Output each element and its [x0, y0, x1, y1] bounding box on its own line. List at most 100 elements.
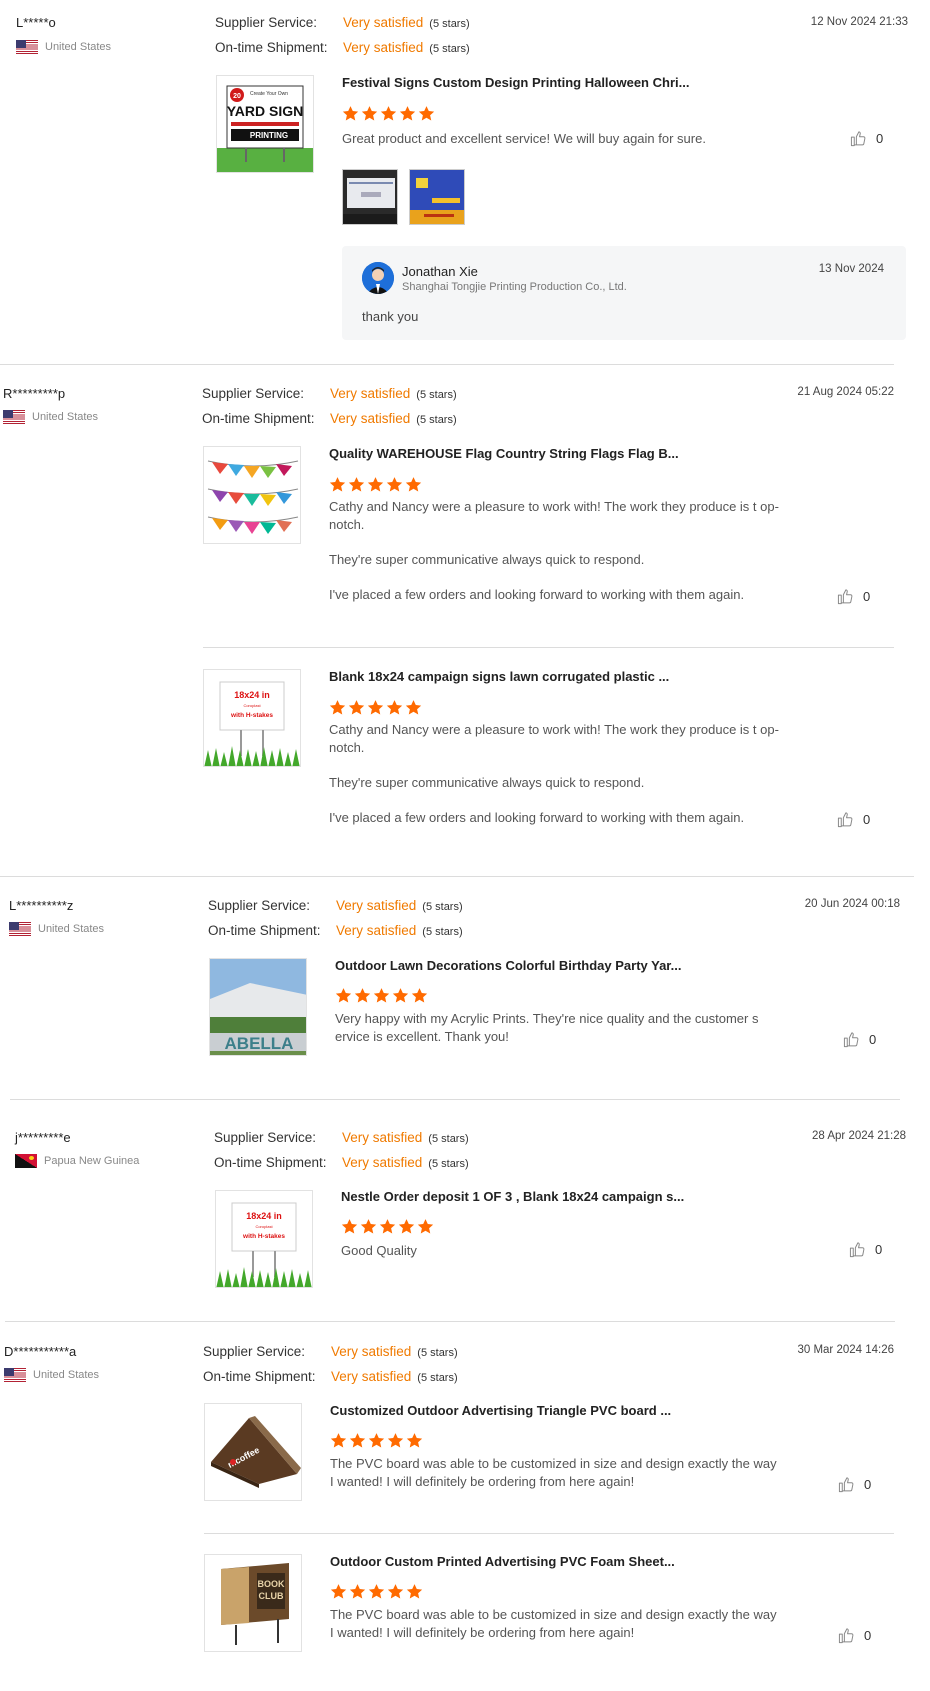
supplier-service-value: Very satisfied	[336, 898, 417, 913]
product-divider	[203, 647, 894, 648]
star-icon	[405, 700, 422, 715]
reply-author: Jonathan Xie	[402, 264, 478, 279]
review-card: R*********p United States Supplier Servi…	[0, 365, 930, 877]
star-icon	[386, 700, 403, 715]
like-button[interactable]: 0	[850, 130, 883, 147]
like-button[interactable]: 0	[837, 811, 870, 828]
review-paragraph: Great product and excellent service! We …	[342, 131, 706, 146]
like-button[interactable]: 0	[843, 1031, 876, 1048]
star-icon	[329, 700, 346, 715]
ontime-shipment-label: On-time Shipment:	[214, 1155, 327, 1170]
star-icon	[380, 106, 397, 121]
star-icon	[386, 477, 403, 492]
supplier-service-stars: (5 stars)	[416, 389, 457, 401]
product-title[interactable]: Quality WAREHOUSE Flag Country String Fl…	[329, 446, 679, 461]
product-title[interactable]: Outdoor Lawn Decorations Colorful Birthd…	[335, 958, 682, 973]
ontime-shipment-label: On-time Shipment:	[208, 923, 321, 938]
supplier-service-label: Supplier Service:	[214, 1130, 317, 1145]
supplier-service-value: Very satisfied	[343, 15, 424, 30]
star-icon	[330, 1584, 347, 1599]
like-count: 0	[875, 1242, 883, 1257]
avatar	[362, 262, 394, 294]
product-thumbnail[interactable]: ABELLA	[209, 958, 307, 1056]
thumbs-up-icon	[850, 131, 866, 147]
reviewer-country: United States	[9, 922, 104, 936]
product-title[interactable]: Blank 18x24 campaign signs lawn corrugat…	[329, 669, 669, 684]
product-rating	[335, 987, 428, 1004]
product-rating	[342, 105, 435, 122]
review-photo[interactable]	[409, 169, 465, 225]
product-title[interactable]: Festival Signs Custom Design Printing Ha…	[342, 75, 689, 90]
review-photo[interactable]	[342, 169, 398, 225]
like-count: 0	[864, 1477, 872, 1492]
product-thumbnail[interactable]: 18x24 in Coroplast with H-stakes	[203, 669, 301, 767]
thumb-main: YARD SIGN	[227, 103, 304, 119]
thumb-brand: PRINTING	[250, 131, 288, 140]
papua-new-guinea-flag-icon	[15, 1154, 37, 1168]
supplier-service-value: Very satisfied	[330, 386, 411, 401]
thumbs-up-icon	[843, 1032, 859, 1048]
reviewer-country: United States	[4, 1368, 99, 1382]
product-thumbnail[interactable]: 18x24 in Coroplast with H-stakes	[215, 1190, 313, 1288]
reviewer-name: L**********z	[9, 898, 74, 913]
like-button[interactable]: 0	[838, 1476, 871, 1493]
ontime-shipment-label: On-time Shipment:	[203, 1369, 316, 1384]
product-thumbnail[interactable]: BOOK CLUB	[204, 1554, 302, 1652]
review-text: Great product and excellent service! We …	[342, 130, 792, 165]
star-icon	[392, 988, 409, 1003]
ontime-shipment-stars: (5 stars)	[422, 926, 463, 938]
review-paragraph: They're super communicative always quick…	[329, 775, 645, 790]
review-text: The PVC board was able to be customized …	[330, 1455, 780, 1508]
ontime-shipment-value: Very satisfied	[331, 1369, 412, 1384]
product-thumbnail[interactable]: 20 Create Your Own YARD SIGN PRINTING	[216, 75, 314, 173]
ontime-shipment-label: On-time Shipment:	[215, 40, 328, 55]
thumbs-up-icon	[837, 589, 853, 605]
supplier-service-stars: (5 stars)	[429, 18, 470, 30]
product-rating	[329, 476, 422, 493]
product-thumbnail[interactable]	[203, 446, 301, 544]
review-date: 30 Mar 2024 14:26	[797, 1344, 894, 1356]
thumbs-up-icon	[838, 1477, 854, 1493]
us-flag-icon	[4, 1368, 26, 1382]
ontime-shipment-value: Very satisfied	[336, 923, 417, 938]
country-label: United States	[45, 41, 112, 53]
product-title[interactable]: Nestle Order deposit 1 OF 3 , Blank 18x2…	[341, 1189, 684, 1204]
star-icon	[379, 1219, 396, 1234]
review-text: Cathy and Nancy were a pleasure to work …	[329, 721, 779, 844]
star-icon	[387, 1433, 404, 1448]
star-icon	[349, 1433, 366, 1448]
thumb-stakes: with H-stakes	[242, 1233, 285, 1240]
reviewer-name: R*********p	[3, 386, 66, 401]
like-count: 0	[864, 1628, 872, 1643]
thumb-badge: 20	[233, 93, 241, 100]
product-rating	[341, 1218, 434, 1235]
like-button[interactable]: 0	[838, 1627, 871, 1644]
product-thumbnail[interactable]: mcoffee	[204, 1403, 302, 1501]
star-icon	[411, 988, 428, 1003]
like-button[interactable]: 0	[837, 588, 870, 605]
supplier-service-label: Supplier Service:	[215, 15, 318, 30]
review-paragraph: I've placed a few orders and looking for…	[329, 587, 745, 602]
review-date: 21 Aug 2024 05:22	[797, 386, 894, 398]
review-date: 28 Apr 2024 21:28	[812, 1130, 906, 1142]
like-count: 0	[863, 812, 871, 827]
star-icon	[418, 106, 435, 121]
star-icon	[335, 988, 352, 1003]
reply-company: Shanghai Tongjie Printing Production Co.…	[402, 281, 627, 293]
star-icon	[405, 477, 422, 492]
ontime-shipment-label: On-time Shipment:	[202, 411, 315, 426]
thumb-line1: BOOK	[258, 1579, 286, 1589]
country-label: Papua New Guinea	[44, 1155, 140, 1167]
review-divider	[10, 1099, 900, 1100]
reply-date: 13 Nov 2024	[818, 263, 884, 275]
service-ratings: Supplier Service: Very satisfied (5 stars)…	[202, 382, 457, 432]
service-ratings: Supplier Service: Very satisfied (5 stars)…	[203, 1340, 458, 1390]
us-flag-icon	[16, 40, 38, 54]
star-icon	[329, 477, 346, 492]
ontime-shipment-stars: (5 stars)	[416, 414, 457, 426]
like-button[interactable]: 0	[849, 1241, 882, 1258]
reviewer-name: D***********a	[4, 1344, 77, 1359]
product-title[interactable]: Customized Outdoor Advertising Triangle …	[330, 1403, 671, 1418]
product-divider	[204, 1533, 894, 1534]
product-title[interactable]: Outdoor Custom Printed Advertising PVC F…	[330, 1554, 675, 1569]
